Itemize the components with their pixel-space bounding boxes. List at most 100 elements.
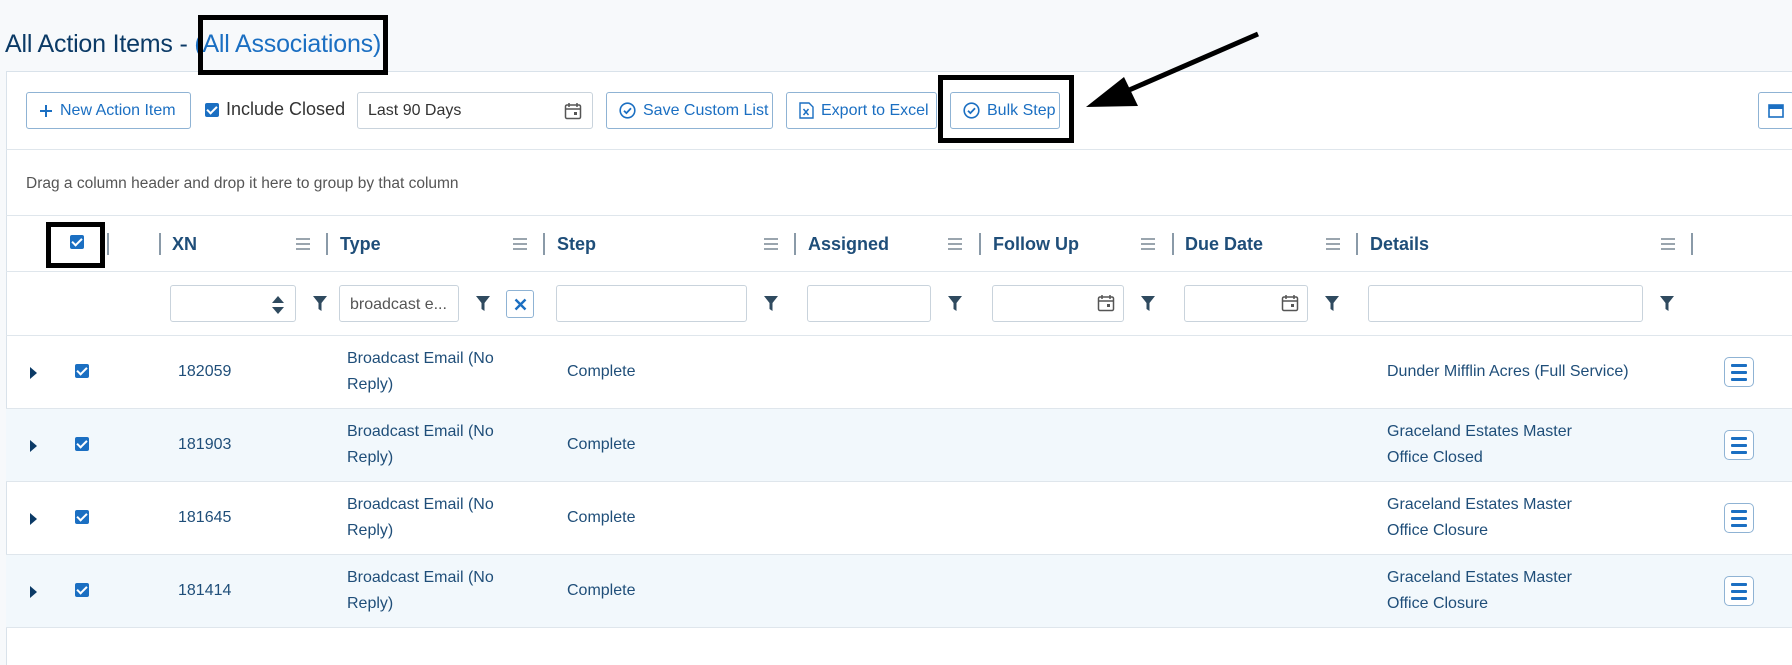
column-menu-icon[interactable]: [296, 237, 310, 251]
cell-type-line: Broadcast Email (No: [347, 496, 494, 513]
cell-details-line: Office Closure: [1387, 595, 1489, 612]
toolbar-divider: [6, 149, 1792, 150]
column-menu-icon[interactable]: [1141, 237, 1155, 251]
cell-details-line: Office Closure: [1387, 522, 1489, 539]
cell-type: Broadcast Email (No Reply): [347, 565, 494, 617]
column-header-follow-up[interactable]: Follow Up: [993, 234, 1079, 255]
new-action-item-button[interactable]: New Action Item: [26, 92, 191, 129]
table-row[interactable]: 181903 Broadcast Email (No Reply) Comple…: [6, 408, 1792, 481]
column-header-type[interactable]: Type: [340, 234, 381, 255]
row-checkbox[interactable]: [75, 364, 89, 378]
column-header-step[interactable]: Step: [557, 234, 596, 255]
expand-row-icon[interactable]: [30, 513, 37, 525]
cell-details-line: Graceland Estates Master: [1387, 569, 1572, 586]
cell-type: Broadcast Email (No Reply): [347, 419, 494, 471]
filter-icon[interactable]: [476, 296, 490, 311]
select-all-checkbox[interactable]: [70, 235, 84, 249]
filter-icon[interactable]: [1660, 296, 1674, 311]
step-filter-input[interactable]: [556, 285, 747, 322]
export-to-excel-button[interactable]: Export to Excel: [786, 92, 937, 129]
cell-type-line: Broadcast Email (No: [347, 350, 494, 367]
column-menu-icon[interactable]: [1326, 237, 1340, 251]
row-checkbox[interactable]: [75, 583, 89, 597]
cell-details-line: Graceland Estates Master: [1387, 423, 1572, 440]
table-row[interactable]: 181645 Broadcast Email (No Reply) Comple…: [6, 481, 1792, 554]
column-separator: [1691, 233, 1693, 255]
filter-icon[interactable]: [1141, 296, 1155, 311]
page-title: All Action Items - (All Associations): [5, 30, 381, 59]
cell-xn: 181414: [178, 582, 232, 599]
window-icon: [1768, 103, 1784, 118]
check-circle-icon: [619, 102, 636, 119]
column-menu-icon[interactable]: [513, 237, 527, 251]
cell-xn: 181645: [178, 509, 232, 526]
cell-type-line: Reply): [347, 522, 394, 539]
cell-xn: 182059: [178, 363, 232, 380]
cell-details-line: Dunder Mifflin Acres (Full Service): [1387, 363, 1629, 380]
plus-icon: [40, 104, 52, 117]
column-menu-icon[interactable]: [764, 237, 778, 251]
filter-icon[interactable]: [948, 296, 962, 311]
calendar-icon[interactable]: [564, 102, 582, 120]
cell-step: Complete: [567, 509, 636, 526]
column-chooser-button[interactable]: [1758, 92, 1792, 129]
filter-icon[interactable]: [313, 296, 327, 311]
header-divider: [6, 271, 1792, 272]
cell-details: Dunder Mifflin Acres (Full Service): [1387, 359, 1629, 385]
cell-xn: 181903: [178, 436, 232, 453]
save-custom-list-label: Save Custom List: [643, 101, 769, 119]
bulk-step-button[interactable]: Bulk Step: [950, 92, 1060, 129]
column-menu-icon[interactable]: [948, 237, 962, 251]
cell-details-line: Office Closed: [1387, 449, 1483, 466]
expand-row-icon[interactable]: [30, 440, 37, 452]
table-bottom-divider: [6, 627, 1792, 628]
column-separator: [1172, 233, 1174, 255]
filter-icon[interactable]: [764, 296, 778, 311]
assigned-filter-input[interactable]: [807, 285, 931, 322]
table-row[interactable]: 181414 Broadcast Email (No Reply) Comple…: [6, 554, 1792, 627]
cell-details: Graceland Estates Master Office Closure: [1387, 565, 1572, 617]
row-checkbox[interactable]: [75, 437, 89, 451]
cell-type-line: Broadcast Email (No: [347, 569, 494, 586]
cell-step: Complete: [567, 436, 636, 453]
row-menu-button[interactable]: [1724, 430, 1754, 460]
column-menu-icon[interactable]: [1661, 237, 1675, 251]
cell-details: Graceland Estates Master Office Closure: [1387, 492, 1572, 544]
expand-row-icon[interactable]: [30, 586, 37, 598]
excel-icon: [799, 102, 814, 119]
filter-icon[interactable]: [1325, 296, 1339, 311]
include-closed-toggle[interactable]: Include Closed: [205, 99, 345, 120]
clear-filter-button[interactable]: [506, 290, 534, 318]
row-checkbox[interactable]: [75, 510, 89, 524]
annotation-arrow-icon: [1086, 31, 1259, 107]
calendar-icon[interactable]: [1097, 294, 1115, 312]
expand-row-icon[interactable]: [30, 367, 37, 379]
save-custom-list-button[interactable]: Save Custom List: [606, 92, 773, 129]
cell-type-line: Reply): [347, 595, 394, 612]
date-range-value: Last 90 Days: [368, 101, 462, 119]
cell-step: Complete: [567, 582, 636, 599]
page-title-text: All Action Items -: [5, 30, 188, 58]
row-menu-button[interactable]: [1724, 576, 1754, 606]
include-closed-checkbox[interactable]: [205, 102, 219, 117]
close-icon: [514, 298, 526, 310]
export-to-excel-label: Export to Excel: [821, 101, 929, 119]
table-row[interactable]: 182059 Broadcast Email (No Reply) Comple…: [6, 335, 1792, 408]
column-header-assigned[interactable]: Assigned: [808, 234, 889, 255]
spinner-icon[interactable]: [271, 295, 285, 315]
calendar-icon[interactable]: [1281, 294, 1299, 312]
date-range-picker[interactable]: Last 90 Days: [357, 92, 593, 129]
column-header-due-date[interactable]: Due Date: [1185, 234, 1263, 255]
group-by-drop-zone[interactable]: Drag a column header and drop it here to…: [26, 175, 459, 193]
row-menu-button[interactable]: [1724, 503, 1754, 533]
cell-type: Broadcast Email (No Reply): [347, 492, 494, 544]
cell-step: Complete: [567, 363, 636, 380]
cell-type-line: Reply): [347, 376, 394, 393]
details-filter-input[interactable]: [1368, 285, 1643, 322]
column-separator: [326, 233, 328, 255]
column-header-xn[interactable]: XN: [172, 234, 197, 255]
column-header-details[interactable]: Details: [1370, 234, 1429, 255]
row-menu-button[interactable]: [1724, 357, 1754, 387]
group-divider: [6, 215, 1792, 216]
all-associations-link[interactable]: (All Associations): [194, 30, 381, 58]
